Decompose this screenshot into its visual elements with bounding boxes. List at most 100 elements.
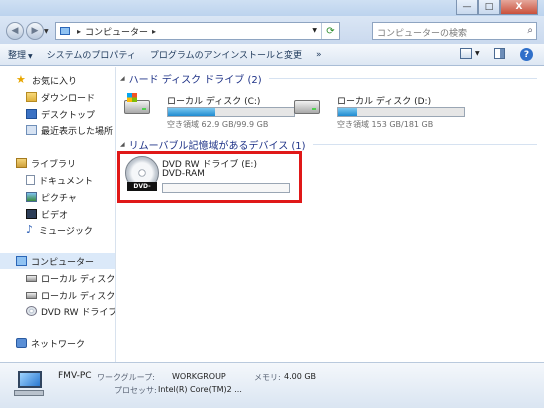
search-input[interactable]: コンピューターの検索 ⌕ (372, 22, 537, 40)
dvd-drive-icon (26, 306, 37, 316)
back-button[interactable]: ◀ (6, 22, 24, 40)
view-options-button[interactable]: ▼ (460, 48, 480, 59)
nav-favorites-label: お気に入り (32, 76, 78, 87)
hard-disk-icon (294, 100, 320, 114)
disk-led (312, 108, 316, 110)
nav-local-disk-c[interactable]: ローカル ディスク ( (26, 271, 115, 285)
computer-name: FMV-PC (58, 371, 92, 381)
group-header-removable[interactable]: ◢ リムーバブル記憶域があるデバイス (1) (120, 137, 306, 152)
address-row: ◀ ▶ ▼ ▸ コンピューター ▸ ▼ ⟳ コンピューターの検索 ⌕ (0, 16, 544, 44)
workgroup-value: WORKGROUP (172, 372, 226, 381)
navigation-pane: ★ お気に入り ダウンロード デスクトップ 最近表示した場所 ライブラリ ドキュ… (0, 67, 116, 362)
monitor-screen (18, 371, 42, 388)
help-icon: ? (520, 48, 533, 61)
drive-c-name: ローカル ディスク (C:) (167, 97, 261, 107)
preview-pane-button[interactable] (494, 48, 505, 59)
nav-desktop[interactable]: デスクトップ (26, 107, 95, 121)
downloads-folder-icon (26, 92, 37, 102)
recent-pages-dropdown-icon[interactable]: ▼ (44, 28, 49, 35)
organize-button[interactable]: 整理 ▼ (8, 48, 33, 61)
drive-d-usage-bar (337, 107, 465, 117)
network-icon (16, 338, 27, 348)
nav-libraries[interactable]: ライブラリ (16, 156, 76, 170)
computer-icon (16, 256, 27, 266)
address-bar[interactable]: ▸ コンピューター ▸ ▼ ⟳ (55, 22, 340, 40)
details-pane: FMV-PC ワークグループ: WORKGROUP メモリ: 4.00 GB プ… (0, 362, 544, 408)
hard-disk-icon (26, 291, 37, 299)
search-icon[interactable]: ⌕ (527, 25, 533, 36)
nav-network[interactable]: ネットワーク (16, 336, 85, 350)
dvd-drive-e[interactable]: DVD-RAM DVD RW ドライブ (E:) DVD-RAM (117, 151, 302, 203)
videos-icon (26, 209, 37, 219)
nav-videos-label: ビデオ (41, 210, 69, 221)
nav-downloads-label: ダウンロード (41, 93, 96, 104)
breadcrumb-computer[interactable]: コンピューター (85, 25, 148, 38)
nav-favorites[interactable]: ★ お気に入り (16, 73, 77, 87)
nav-desktop-label: デスクトップ (41, 110, 96, 121)
nav-recent-label: 最近表示した場所 (41, 126, 114, 137)
nav-local-d-label: ローカル ディスク ( (41, 291, 116, 302)
memory-label: メモリ: (254, 373, 281, 382)
nav-downloads[interactable]: ダウンロード (26, 90, 95, 104)
libraries-icon (16, 158, 27, 168)
nav-local-disk-d[interactable]: ローカル ディスク ( (26, 288, 116, 302)
window-controls: — □ X (456, 0, 538, 15)
address-dropdown-icon[interactable]: ▼ (312, 27, 317, 34)
dvd-usage-bar (162, 183, 290, 193)
refresh-icon[interactable]: ⟳ (321, 23, 339, 39)
maximize-button[interactable]: □ (478, 0, 500, 15)
group-header-removable-label: リムーバブル記憶域があるデバイス (1) (128, 140, 306, 152)
desktop-icon (26, 109, 37, 119)
disk-led (142, 108, 146, 110)
pictures-icon (26, 192, 37, 202)
drive-c[interactable]: ローカル ディスク (C:) 空き領域 62.9 GB/99.9 GB (123, 93, 303, 130)
windows-logo-icon (127, 93, 137, 102)
nav-recent-places[interactable]: 最近表示した場所 (26, 123, 113, 137)
star-icon: ★ (16, 73, 26, 86)
nav-dvd-drive[interactable]: DVD RW ドライブ (26, 304, 116, 318)
group-header-hard-disk-label: ハード ディスク ドライブ (2) (128, 74, 262, 86)
processor-label: プロセッサ: (114, 386, 157, 395)
title-bar: — □ X (0, 0, 544, 16)
nav-music[interactable]: ♪ ミュージック (26, 223, 93, 237)
group-header-hard-disk[interactable]: ◢ ハード ディスク ドライブ (2) (120, 71, 262, 86)
breadcrumb-separator[interactable]: ▸ (77, 27, 81, 36)
forward-button[interactable]: ▶ (26, 22, 44, 40)
computer-base (14, 390, 44, 396)
recent-places-icon (26, 125, 37, 135)
minimize-button[interactable]: — (456, 0, 478, 15)
breadcrumb-separator[interactable]: ▸ (152, 27, 156, 36)
view-icon (460, 48, 472, 59)
search-placeholder: コンピューターの検索 (377, 29, 468, 39)
dvd-file-system: DVD-RAM (162, 169, 205, 179)
content-pane: ◢ ハード ディスク ドライブ (2) ローカル ディスク (C:) 空き領域 … (117, 67, 544, 362)
nav-pictures[interactable]: ピクチャ (26, 190, 77, 204)
nav-computer[interactable]: コンピューター (16, 254, 94, 268)
more-commands-button[interactable]: » (316, 50, 322, 60)
nav-dvd-label: DVD RW ドライブ (41, 307, 116, 318)
music-note-icon: ♪ (26, 223, 34, 236)
nav-pictures-label: ピクチャ (41, 193, 77, 204)
close-button[interactable]: X (500, 0, 538, 15)
chevron-down-icon: ▼ (28, 53, 33, 60)
workgroup-label: ワークグループ: (97, 373, 155, 382)
system-properties-button[interactable]: システムのプロパティ (47, 48, 136, 61)
collapse-triangle-icon[interactable]: ◢ (120, 141, 125, 148)
help-button[interactable]: ? (520, 48, 533, 61)
computer-icon (60, 27, 70, 35)
group-divider (313, 144, 537, 145)
hard-disk-icon (124, 93, 150, 114)
drive-d-free-space: 空き領域 153 GB/181 GB (337, 120, 434, 129)
command-bar: 整理 ▼ システムのプロパティ プログラムのアンインストールと変更 » ▼ ? (0, 44, 544, 66)
dvd-ram-badge: DVD-RAM (127, 182, 157, 199)
drive-c-usage-fill (168, 108, 215, 116)
collapse-triangle-icon[interactable]: ◢ (120, 75, 125, 82)
nav-videos[interactable]: ビデオ (26, 207, 68, 221)
nav-music-label: ミュージック (39, 226, 93, 237)
documents-icon (26, 175, 35, 185)
nav-documents[interactable]: ドキュメント (26, 173, 93, 187)
drive-d-name: ローカル ディスク (D:) (337, 97, 432, 107)
nav-computer-label: コンピューター (31, 257, 95, 268)
uninstall-program-button[interactable]: プログラムのアンインストールと変更 (150, 48, 302, 61)
drive-d[interactable]: ローカル ディスク (D:) 空き領域 153 GB/181 GB (293, 94, 473, 130)
